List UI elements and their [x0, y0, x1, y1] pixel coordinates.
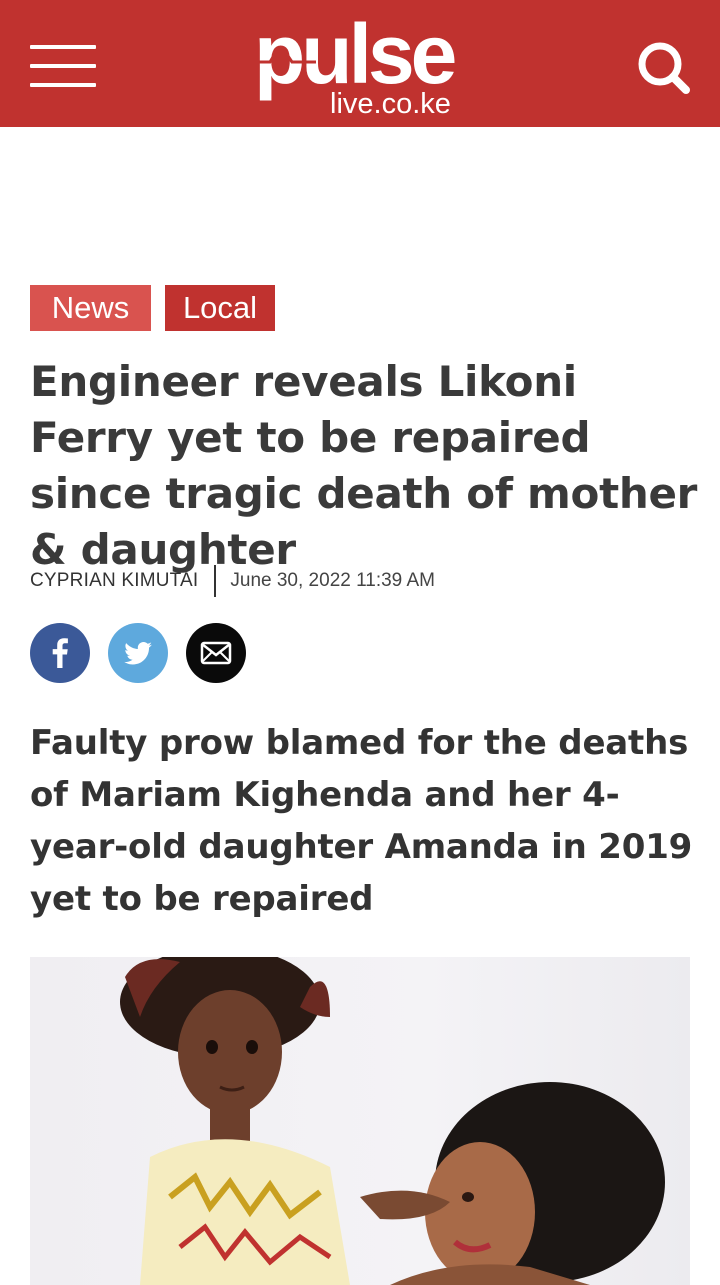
twitter-share-button[interactable]	[108, 623, 168, 683]
search-icon[interactable]	[636, 40, 692, 96]
ad-placeholder	[0, 127, 720, 277]
top-bar: pulse live.co.ke	[0, 0, 720, 127]
site-logo[interactable]: pulse live.co.ke	[250, 7, 470, 124]
tag-news[interactable]: News	[30, 285, 151, 331]
email-icon	[200, 641, 232, 665]
logo-domain: live.co.ke	[330, 88, 451, 120]
author-name[interactable]: CYPRIAN KIMUTAI	[30, 570, 198, 592]
article-summary: Faulty prow blamed for the deaths of Mar…	[30, 723, 693, 919]
email-share-button[interactable]	[186, 623, 246, 683]
facebook-icon	[52, 638, 68, 668]
publish-date: June 30, 2022 11:39 AM	[230, 570, 435, 591]
facebook-share-button[interactable]	[30, 623, 90, 683]
byline: CYPRIAN KIMUTAI June 30, 2022 11:39 AM	[30, 565, 435, 597]
hamburger-menu-icon[interactable]	[30, 45, 96, 89]
article-title: Engineer reveals Likoni Ferry yet to be …	[30, 357, 698, 574]
byline-divider	[214, 565, 217, 597]
photo-illustration	[120, 957, 665, 1285]
heartbeat-icon	[256, 48, 316, 76]
article-hero-image	[30, 957, 690, 1285]
twitter-icon	[124, 642, 152, 665]
tag-local[interactable]: Local	[165, 285, 275, 331]
